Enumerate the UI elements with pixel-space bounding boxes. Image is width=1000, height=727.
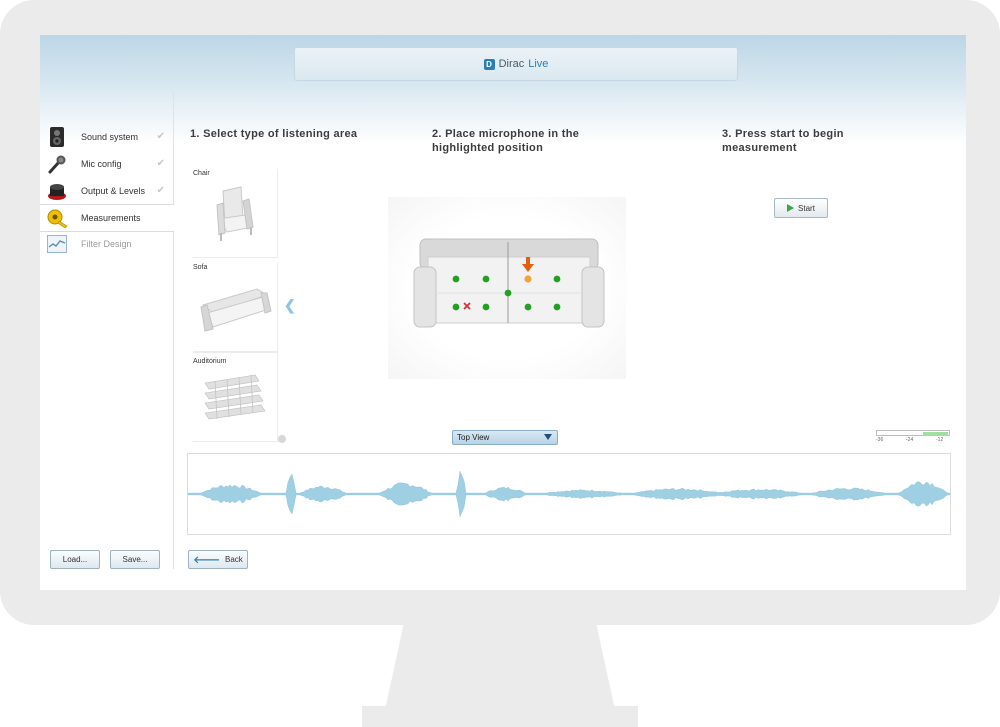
monitor-base — [362, 706, 638, 727]
chair-image — [216, 186, 254, 241]
sidebar-item-filter-design[interactable]: Filter Design — [40, 231, 173, 257]
area-label-sofa: Sofa — [193, 264, 208, 271]
step-1-title: 1. Select type of listening area — [190, 128, 358, 140]
dirac-logo-icon: D — [483, 58, 495, 70]
check-icon: ✔ — [156, 131, 165, 142]
sidebar-item-measurements[interactable]: Measurements — [40, 204, 174, 232]
app-screen: D Dirac Live Sound system ✔ Mic config ✔… — [40, 35, 966, 590]
filter-graph-icon — [46, 233, 68, 255]
load-button[interactable]: Load... — [50, 550, 100, 569]
check-icon: ✔ — [156, 185, 165, 196]
mic-point — [524, 303, 532, 311]
check-icon: ✔ — [156, 158, 165, 169]
level-tick: -24 — [906, 437, 914, 443]
monitor-stand — [385, 625, 615, 710]
level-meter: -36 -24 -12 — [876, 430, 950, 444]
back-button-label: Back — [225, 555, 243, 564]
back-button[interactable]: 🡐 Back — [188, 550, 248, 569]
sidebar-item-mic-config[interactable]: Mic config ✔ — [40, 151, 173, 177]
mic-point-highlighted — [524, 275, 532, 283]
scroll-indicator[interactable] — [278, 435, 286, 443]
sidebar-item-label: Measurements — [81, 213, 141, 223]
mic-point — [504, 289, 512, 297]
auditorium-image — [204, 374, 266, 420]
play-icon — [787, 204, 795, 212]
knob-icon — [46, 180, 68, 202]
start-button[interactable]: Start — [774, 198, 828, 218]
listening-area-sofa[interactable] — [193, 263, 278, 352]
level-meter-fill — [922, 432, 948, 436]
microphone-icon — [46, 153, 68, 175]
listening-area-auditorium[interactable] — [193, 352, 278, 442]
sidebar-item-label: Mic config — [81, 159, 122, 169]
listening-area-chair[interactable] — [193, 169, 278, 258]
sidebar-divider — [173, 91, 174, 569]
waveform-panel — [187, 453, 951, 535]
step-2-title: 2. Place microphone in the highlighted p… — [432, 128, 580, 154]
view-select-value: Top View — [457, 433, 490, 442]
sidebar-item-label: Output & Levels — [81, 186, 146, 196]
start-button-label: Start — [798, 203, 815, 213]
mic-point — [482, 275, 490, 283]
view-select[interactable]: Top View — [452, 430, 558, 445]
mic-point — [452, 275, 460, 283]
sidebar-item-output-levels[interactable]: Output & Levels ✔ — [40, 178, 173, 204]
waveform-path — [187, 470, 951, 518]
logo-text-live: Live — [528, 58, 549, 70]
logo-bar: D Dirac Live — [294, 47, 738, 81]
chevron-down-icon — [544, 434, 552, 440]
mic-point — [482, 303, 490, 311]
area-label-auditorium: Auditorium — [193, 358, 227, 365]
level-tick: -36 — [876, 437, 884, 443]
mic-point — [553, 275, 561, 283]
area-label-chair: Chair — [193, 170, 210, 177]
waveform — [187, 470, 951, 518]
save-button[interactable]: Save... — [110, 550, 160, 569]
logo-text-dirac: Dirac — [498, 58, 525, 70]
microphone-position-diagram — [388, 197, 626, 379]
mic-point — [553, 303, 561, 311]
sofa-top-view — [413, 238, 605, 328]
sidebar-item-sound-system[interactable]: Sound system ✔ — [40, 124, 173, 150]
sofa-image — [200, 288, 272, 332]
sidebar-item-label: Filter Design — [81, 239, 132, 249]
level-meter-bar — [876, 430, 950, 436]
selected-indicator-icon: ❮ — [284, 297, 296, 313]
speaker-icon — [46, 126, 68, 148]
arrow-left-icon: 🡐 — [193, 554, 221, 566]
mic-point — [452, 303, 460, 311]
tape-measure-icon — [46, 207, 68, 229]
step-3-title: 3. Press start to begin measurement — [722, 128, 844, 154]
level-tick: -12 — [936, 437, 944, 443]
sidebar-item-label: Sound system — [81, 132, 139, 142]
app-logo: D Dirac Live — [483, 58, 549, 70]
